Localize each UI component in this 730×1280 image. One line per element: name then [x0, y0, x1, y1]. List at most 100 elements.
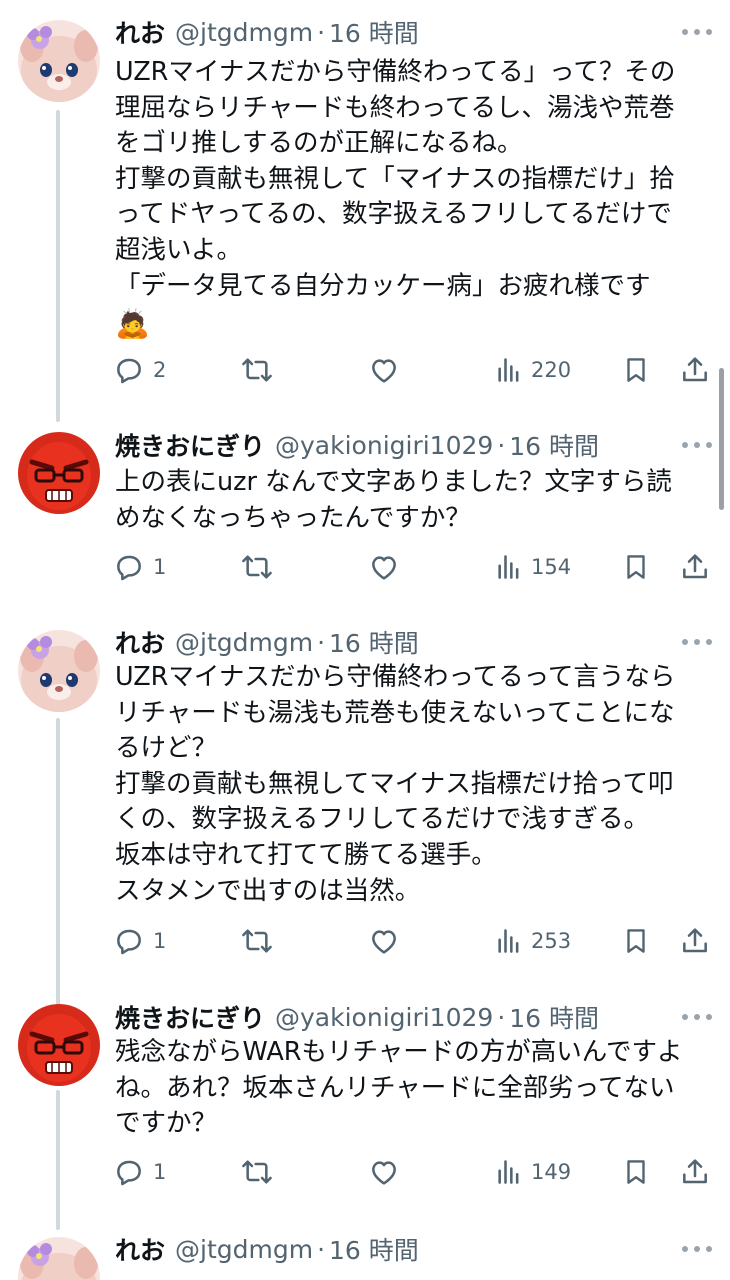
views-icon: [498, 929, 519, 953]
user-handle[interactable]: @jtgdmgm: [175, 1235, 313, 1264]
views-button[interactable]: 220: [495, 350, 571, 390]
tweet-line: 理屈ならリチャードも終わってるし、湯浅や荒巻: [115, 92, 675, 123]
retweet-button[interactable]: [240, 547, 274, 587]
bookmark-button[interactable]: [621, 547, 651, 587]
like-button[interactable]: [368, 350, 400, 390]
display-name[interactable]: れお: [115, 14, 165, 50]
bookmark-icon: [627, 555, 645, 579]
share-icon: [683, 928, 707, 953]
like-icon: [372, 1161, 396, 1185]
tweet[interactable]: れお @jtgdmgm · 16 時間 UZRマイナスだから守備終わってるって言…: [0, 610, 730, 990]
tweet-line: るけど？: [115, 733, 218, 764]
user-handle[interactable]: @yakionigiri1029: [275, 431, 493, 460]
tweet-header: 焼きおにぎり @yakionigiri1029 · 16 時間: [115, 997, 599, 1037]
tweet[interactable]: れお @jtgdmgm · 16 時間 UZRマイナスだから守備終わってる」って…: [0, 0, 730, 410]
bookmark-icon: [627, 358, 645, 382]
reply-button[interactable]: 1: [113, 547, 166, 587]
share-button[interactable]: [679, 350, 711, 390]
tweet-text: 残念ながらWARもリチャードの方が高いんですよ ね。あれ？坂本さんリチャードに全…: [115, 1035, 710, 1142]
tweet-line: ね。あれ？坂本さんリチャードに全部劣ってない: [115, 1072, 675, 1103]
reply-icon: [117, 358, 141, 384]
more-icon[interactable]: [682, 435, 712, 455]
tweet-line: 残念ながらWARもリチャードの方が高いんですよ: [115, 1037, 683, 1067]
tweet-line: リチャードも湯浅も荒巻も使えないってことにな: [115, 697, 675, 728]
tweet-text: UZRマイナスだから守備終わってる」って？その 理屈ならリチャードも終わってるし…: [115, 55, 710, 344]
more-icon[interactable]: [682, 632, 712, 652]
tweet[interactable]: 焼きおにぎり @yakionigiri1029 · 16 時間 上の表にuzr …: [0, 410, 730, 610]
user-handle[interactable]: @jtgdmgm: [175, 18, 313, 47]
tweet-text: 上の表にuzr なんで文字ありました？文字すら読 めなくなっちゃったんですか？: [115, 465, 710, 536]
separator-dot: ·: [497, 1002, 506, 1032]
tweet-line: 打撃の貢献も無視して「マイナスの指標だけ」拾: [115, 163, 675, 194]
views-count: 154: [531, 555, 572, 579]
more-icon[interactable]: [682, 1239, 712, 1259]
retweet-button[interactable]: [240, 1152, 274, 1192]
display-name[interactable]: れお: [115, 1231, 165, 1267]
like-icon: [372, 930, 396, 954]
user-handle[interactable]: @jtgdmgm: [175, 628, 313, 657]
tweet-line: くの、数字扱えるフリしてるだけで浅すぎる。: [115, 804, 649, 835]
tweet-header: 焼きおにぎり @yakionigiri1029 · 16 時間: [115, 425, 599, 465]
action-bar: 1 253: [113, 921, 713, 961]
separator-dot: ·: [497, 430, 506, 460]
timestamp[interactable]: 16 時間: [329, 624, 419, 660]
timestamp[interactable]: 16 時間: [509, 427, 599, 463]
display-name[interactable]: 焼きおにぎり: [115, 427, 265, 463]
avatar[interactable]: [18, 20, 100, 102]
avatar[interactable]: [18, 432, 100, 514]
bookmark-button[interactable]: [621, 921, 651, 961]
reply-button[interactable]: 1: [113, 921, 166, 961]
bookmark-button[interactable]: [621, 1152, 651, 1192]
views-button[interactable]: 149: [495, 1152, 571, 1192]
like-button[interactable]: [368, 1152, 400, 1192]
reply-icon: [117, 1160, 141, 1186]
display-name[interactable]: 焼きおにぎり: [115, 999, 265, 1035]
share-button[interactable]: [679, 1152, 711, 1192]
share-button[interactable]: [679, 921, 711, 961]
views-count: 253: [531, 929, 572, 953]
reply-button[interactable]: 2: [113, 350, 166, 390]
tweet-line: UZRマイナスだから守備終わってるって言うなら: [115, 662, 676, 692]
share-icon: [683, 357, 707, 382]
tweet[interactable]: 焼きおにぎり @yakionigiri1029 · 16 時間 残念ながらWAR…: [0, 990, 730, 1225]
tweet-line: 超浅いよ。: [115, 234, 242, 265]
like-button[interactable]: [368, 921, 400, 961]
tweet-line: 坂本は守れて打てて勝てる選手。: [115, 839, 497, 870]
share-button[interactable]: [679, 547, 711, 587]
reply-button[interactable]: 1: [113, 1152, 166, 1192]
retweet-icon: [242, 555, 272, 579]
tweet-line: をゴリ推しするのが正解になるね。: [115, 128, 523, 159]
tweet-header: れお @jtgdmgm · 16 時間: [115, 622, 419, 662]
tweet-text: UZRマイナスだから守備終わってるって言うなら リチャードも湯浅も荒巻も使えない…: [115, 660, 710, 909]
timestamp[interactable]: 16 時間: [509, 999, 599, 1035]
action-bar: 2 220: [113, 350, 713, 390]
separator-dot: ·: [317, 1234, 326, 1264]
views-button[interactable]: 253: [495, 921, 571, 961]
tweet-header: れお @jtgdmgm · 16 時間: [115, 1229, 419, 1269]
tweet-line: スタメンで出すのは当然。: [115, 875, 421, 906]
tweet[interactable]: れお @jtgdmgm · 16 時間: [0, 1225, 730, 1280]
views-icon: [498, 1160, 519, 1184]
avatar[interactable]: [18, 630, 100, 712]
action-bar: 1 154: [113, 547, 713, 587]
avatar[interactable]: [18, 1004, 100, 1086]
like-button[interactable]: [368, 547, 400, 587]
reply-count: 1: [153, 929, 167, 953]
timestamp[interactable]: 16 時間: [329, 14, 419, 50]
share-icon: [683, 554, 707, 579]
views-button[interactable]: 154: [495, 547, 571, 587]
views-icon: [498, 358, 519, 382]
avatar[interactable]: [18, 1237, 100, 1280]
timestamp[interactable]: 16 時間: [329, 1231, 419, 1267]
tweet-line: ってドヤってるの、数字扱えるフリしてるだけで: [115, 199, 672, 230]
display-name[interactable]: れお: [115, 624, 165, 660]
bowing-emoji: 🙇: [115, 307, 150, 341]
bookmark-button[interactable]: [621, 350, 651, 390]
more-icon[interactable]: [682, 1007, 712, 1027]
retweet-button[interactable]: [240, 921, 274, 961]
retweet-icon: [242, 358, 272, 382]
more-icon[interactable]: [682, 22, 712, 42]
like-icon: [372, 359, 396, 383]
user-handle[interactable]: @yakionigiri1029: [275, 1003, 493, 1032]
retweet-button[interactable]: [240, 350, 274, 390]
